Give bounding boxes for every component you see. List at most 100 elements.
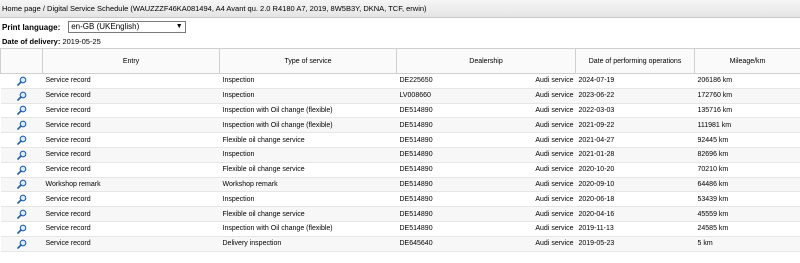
- row-entry: Service record: [42, 236, 220, 252]
- row-dealer-code: DE514890: [399, 210, 433, 218]
- row-detail-cell[interactable]: [0, 191, 43, 208]
- magnifier-icon[interactable]: [16, 224, 27, 234]
- header-dealership[interactable]: Dealership: [396, 48, 576, 74]
- row-mileage: 64486 km: [694, 177, 800, 193]
- row-entry: Service record: [42, 191, 220, 208]
- row-date: 2021-01-28: [575, 147, 695, 163]
- row-entry: Service record: [42, 117, 220, 134]
- row-date: 2021-09-22: [575, 117, 695, 134]
- table-row[interactable]: Workshop remark Workshop remark DE514890…: [0, 177, 800, 193]
- row-type-of-service: Inspection: [219, 191, 397, 208]
- magnifier-icon[interactable]: [16, 105, 27, 116]
- magnifier-icon[interactable]: [16, 194, 27, 205]
- row-dealer-name: Audi service: [535, 106, 574, 114]
- row-detail-cell[interactable]: [0, 162, 43, 178]
- row-entry: Service record: [42, 132, 220, 148]
- row-type-of-service: Inspection with Oil change (flexible): [219, 117, 397, 134]
- row-detail-cell[interactable]: [0, 88, 43, 104]
- row-entry: Workshop remark: [42, 177, 220, 193]
- row-dealer-name: Audi service: [535, 92, 574, 100]
- magnifier-icon[interactable]: [16, 179, 27, 190]
- row-mileage: 53439 km: [694, 191, 800, 208]
- table-row[interactable]: Service record Inspection DE514890 Audi …: [0, 147, 800, 163]
- table-row[interactable]: Service record Inspection DE225650 Audi …: [0, 73, 800, 89]
- service-table: Entry Type of service Dealership Date of…: [0, 48, 800, 252]
- row-entry: Service record: [42, 88, 220, 104]
- row-detail-cell[interactable]: [0, 206, 43, 222]
- row-date: 2023-06-22: [575, 88, 695, 104]
- row-dealership: DE514890 Audi service: [396, 206, 576, 222]
- row-detail-cell[interactable]: [0, 177, 43, 193]
- table-row[interactable]: Service record Delivery inspection DE645…: [0, 236, 800, 252]
- table-row[interactable]: Service record Flexible oil change servi…: [0, 162, 800, 178]
- row-type-of-service: Flexible oil change service: [219, 162, 397, 178]
- row-type-of-service: Workshop remark: [219, 177, 397, 193]
- row-date: 2020-10-20: [575, 162, 695, 178]
- row-mileage: 24585 km: [694, 221, 800, 237]
- table-row[interactable]: Service record Flexible oil change servi…: [0, 132, 800, 148]
- row-entry: Service record: [42, 206, 220, 222]
- row-mileage: 82696 km: [694, 147, 800, 163]
- row-dealer-code: DE225650: [399, 77, 433, 85]
- row-detail-cell[interactable]: [0, 117, 43, 134]
- row-detail-cell[interactable]: [0, 73, 43, 89]
- row-dealership: DE514890 Audi service: [396, 162, 576, 178]
- magnifier-icon[interactable]: [16, 239, 27, 249]
- magnifier-icon[interactable]: [16, 209, 27, 219]
- row-dealership: DE225650 Audi service: [396, 73, 576, 89]
- table-row[interactable]: Service record Inspection with Oil chang…: [0, 221, 800, 237]
- row-date: 2019-05-23: [575, 236, 695, 252]
- row-dealer-code: DE514890: [399, 195, 433, 203]
- table-row[interactable]: Service record Inspection with Oil chang…: [0, 103, 800, 119]
- magnifier-icon[interactable]: [16, 120, 27, 131]
- table-row[interactable]: Service record Inspection with Oil chang…: [0, 117, 800, 134]
- row-dealer-name: Audi service: [535, 166, 574, 174]
- header-type-of-service[interactable]: Type of service: [219, 48, 397, 74]
- row-date: 2022-03-03: [575, 103, 695, 119]
- row-dealer-name: Audi service: [535, 136, 574, 144]
- row-detail-cell[interactable]: [0, 236, 43, 252]
- row-date: 2020-04-16: [575, 206, 695, 222]
- row-dealership: DE514890 Audi service: [396, 191, 576, 208]
- row-detail-cell[interactable]: [0, 132, 43, 148]
- row-mileage: 70210 km: [694, 162, 800, 178]
- header-icon: [0, 48, 43, 74]
- row-dealer-name: Audi service: [535, 77, 574, 85]
- row-detail-cell[interactable]: [0, 103, 43, 119]
- row-date: 2020-06-18: [575, 191, 695, 208]
- print-language-select[interactable]: en-GB (UKEnglish) ▼: [68, 21, 187, 33]
- row-detail-cell[interactable]: [0, 221, 43, 237]
- row-mileage: 45559 km: [694, 206, 800, 222]
- magnifier-icon[interactable]: [16, 91, 27, 101]
- magnifier-icon[interactable]: [16, 150, 27, 160]
- row-entry: Service record: [42, 103, 220, 119]
- row-type-of-service: Inspection with Oil change (flexible): [219, 103, 397, 119]
- row-type-of-service: Delivery inspection: [219, 236, 397, 252]
- print-language-row: Print language: en-GB (UKEnglish) ▼: [0, 19, 187, 35]
- row-dealer-code: DE514890: [399, 180, 433, 188]
- row-dealer-code: DE514890: [399, 136, 433, 144]
- chevron-down-icon: ▼: [175, 23, 183, 30]
- table-row[interactable]: Service record Flexible oil change servi…: [0, 206, 800, 222]
- magnifier-icon[interactable]: [16, 76, 27, 86]
- row-dealer-name: Audi service: [535, 121, 574, 129]
- table-row[interactable]: Service record Inspection LV008660 Audi …: [0, 88, 800, 104]
- print-language-value: en-GB (UKEnglish): [71, 22, 140, 31]
- row-dealership: LV008660 Audi service: [396, 88, 576, 104]
- row-dealership: DE514890 Audi service: [396, 177, 576, 193]
- delivery-date-value: 2019-05-25: [62, 37, 101, 46]
- header-mileage[interactable]: Mileage/km: [694, 48, 800, 74]
- breadcrumb: Home page / Digital Service Schedule (WA…: [0, 0, 800, 18]
- magnifier-icon[interactable]: [16, 135, 27, 145]
- row-detail-cell[interactable]: [0, 147, 43, 163]
- row-type-of-service: Inspection: [219, 88, 397, 104]
- row-dealership: DE514890 Audi service: [396, 117, 576, 134]
- row-dealership: DE514890 Audi service: [396, 147, 576, 163]
- row-dealer-name: Audi service: [535, 240, 574, 248]
- row-type-of-service: Inspection: [219, 73, 397, 89]
- table-row[interactable]: Service record Inspection DE514890 Audi …: [0, 191, 800, 208]
- header-date[interactable]: Date of performing operations: [575, 48, 695, 74]
- row-dealer-code: DE514890: [399, 166, 433, 174]
- header-entry[interactable]: Entry: [42, 48, 220, 74]
- magnifier-icon[interactable]: [16, 165, 27, 175]
